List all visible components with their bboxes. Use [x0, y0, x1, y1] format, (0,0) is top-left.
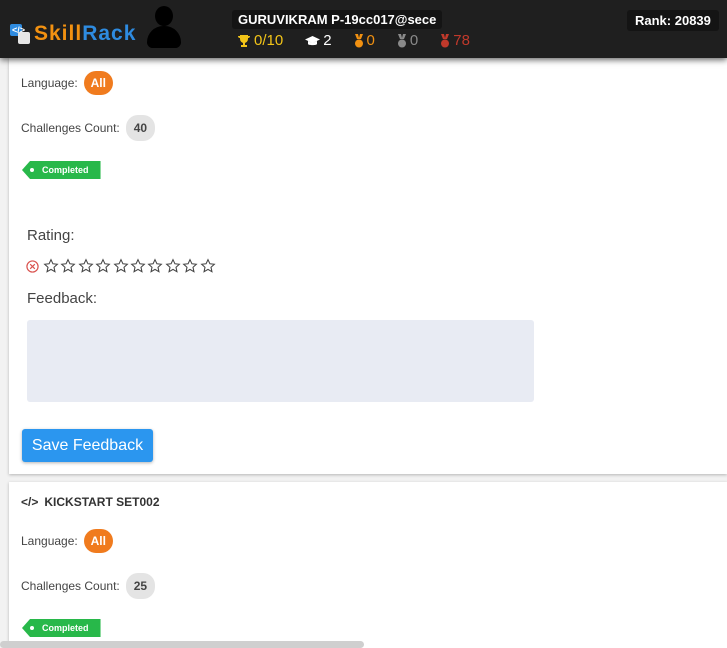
- language-row-2: Language: All: [21, 529, 113, 553]
- horizontal-scrollbar[interactable]: [0, 641, 364, 648]
- star-outline-icon[interactable]: [199, 258, 216, 274]
- logo-text-rack: Rack: [82, 22, 137, 45]
- feedback-label: Feedback:: [27, 290, 98, 307]
- set-title[interactable]: </> KICKSTART SET002: [21, 495, 160, 509]
- star-outline-icon[interactable]: [165, 258, 181, 274]
- challenge-set-card-2: </> KICKSTART SET002 Language: All Chall…: [9, 482, 727, 648]
- language-label: Language:: [21, 76, 78, 90]
- skillrack-logo[interactable]: </> SkillRack: [10, 22, 136, 46]
- challenges-label-2: Challenges Count:: [21, 579, 120, 593]
- gold-count: 0: [366, 32, 375, 49]
- certificates-count: 2: [323, 32, 332, 49]
- language-row: Language: All: [21, 71, 113, 95]
- top-header: </> SkillRack GURUVIKRAM P-19cc017@sece …: [0, 0, 727, 58]
- status-text: Completed: [42, 165, 89, 175]
- logo-text: SkillRack: [34, 22, 136, 46]
- silver-medal-icon: [397, 33, 406, 47]
- bronze-count: 78: [453, 32, 470, 49]
- trophy-icon: [238, 34, 250, 47]
- trophy-stat: 0/10: [237, 32, 283, 49]
- language-label-2: Language:: [21, 534, 78, 548]
- star-outline-icon[interactable]: [95, 258, 111, 274]
- graduation-cap-icon: [305, 35, 321, 45]
- user-stats: 0/10 2 0 0 78: [237, 32, 492, 49]
- star-outline-icon[interactable]: [147, 258, 163, 274]
- username: GURUVIKRAM P-19cc017@sece: [232, 10, 443, 29]
- silver-stat: 0: [397, 32, 418, 49]
- bronze-stat: 78: [440, 32, 470, 49]
- logo-text-skill: Skill: [34, 22, 83, 45]
- rating-label: Rating:: [27, 227, 75, 244]
- language-badge-2: All: [83, 529, 113, 553]
- star-outline-icon[interactable]: [60, 258, 76, 274]
- star-outline-icon[interactable]: [130, 258, 146, 274]
- user-avatar-icon[interactable]: [147, 6, 181, 48]
- set-title-text: KICKSTART SET002: [44, 495, 160, 509]
- completed-status-tag-2: Completed: [22, 619, 101, 637]
- challenges-count-badge: 40: [125, 115, 156, 141]
- rating-stars[interactable]: [26, 258, 217, 274]
- challenges-label: Challenges Count:: [21, 121, 120, 135]
- cancel-rating-icon[interactable]: [26, 259, 39, 273]
- trophy-count: 0/10: [254, 32, 284, 49]
- challenges-row: Challenges Count: 40: [21, 115, 156, 141]
- gold-medal-icon: [354, 33, 363, 47]
- feedback-textarea[interactable]: [27, 320, 534, 402]
- bronze-medal-icon: [441, 33, 450, 47]
- skillrack-logo-icon: </>: [10, 24, 30, 44]
- status-text-2: Completed: [42, 623, 89, 633]
- star-outline-icon[interactable]: [43, 258, 59, 274]
- completed-status-tag: Completed: [22, 161, 101, 179]
- gold-stat: 0: [354, 32, 375, 49]
- language-badge: All: [83, 71, 113, 95]
- star-outline-icon[interactable]: [182, 258, 198, 274]
- star-outline-icon[interactable]: [112, 258, 129, 274]
- challenges-count-badge-2: 25: [125, 573, 156, 599]
- silver-count: 0: [409, 32, 419, 49]
- rank-badge: Rank: 20839: [627, 10, 719, 31]
- star-outline-icon[interactable]: [78, 258, 94, 274]
- code-icon: </>: [21, 495, 39, 509]
- certificates-stat: 2: [305, 32, 332, 49]
- save-feedback-button[interactable]: Save Feedback: [22, 429, 153, 462]
- challenges-row-2: Challenges Count: 25: [21, 573, 156, 599]
- challenge-set-card: Language: All Challenges Count: 40 Compl…: [9, 58, 727, 474]
